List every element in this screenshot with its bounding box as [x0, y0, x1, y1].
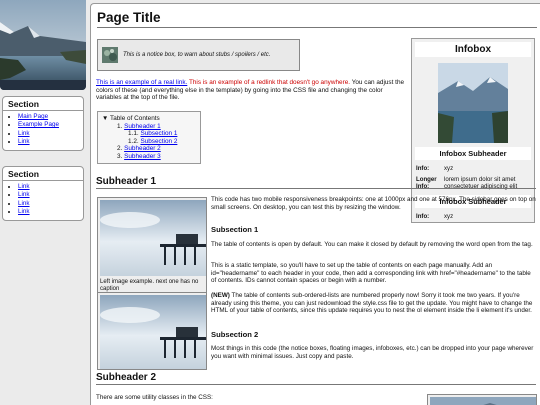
sidebar-item: Main Page [18, 113, 83, 121]
intro-paragraph: This is an example of a real link. This … [96, 79, 406, 102]
sidebar-item: Example Page [18, 121, 83, 129]
notice-text: This is a notice box, to warn about stub… [123, 52, 271, 58]
landscape-image [430, 397, 536, 405]
red-link[interactable]: This is an example of a redlink that doe… [189, 79, 350, 86]
toc-link-subheader-3[interactable]: Subheader 3 [124, 153, 161, 160]
sidebar-link[interactable]: Link [18, 191, 30, 198]
sidebar-link[interactable]: Link [18, 130, 30, 137]
infobox-key: Info: [416, 165, 430, 172]
subsection-2-heading: Subsection 2 [211, 330, 259, 339]
infobox-title: Infobox [415, 42, 531, 57]
subheader-1: Subheader 1 [96, 176, 536, 189]
sidebar-link[interactable]: Link [18, 138, 30, 145]
infobox-row: Info: xyz [412, 163, 534, 174]
sidebar-item: Link [18, 208, 83, 216]
sidebar-link-example-page[interactable]: Example Page [18, 121, 59, 128]
toc-link-subsection-1[interactable]: Subsection 1 [140, 130, 177, 137]
main-content: Page Title This is a notice box, to warn… [90, 3, 540, 405]
subheader-2: Subheader 2 [96, 372, 536, 385]
site-logo-image[interactable] [0, 0, 86, 90]
sidebar-item: Link [18, 200, 83, 208]
sidebar-item: Link [18, 138, 83, 146]
infobox-subheader: Infobox Subheader [415, 147, 531, 160]
pier-image [100, 295, 206, 369]
new-badge: (NEW) [211, 292, 230, 299]
toc-title: Table of Contents [110, 115, 160, 122]
table-of-contents: ▼ Table of Contents 1. Subheader 1 1.1. … [97, 111, 201, 164]
toc-number: 1.1. [128, 130, 141, 137]
sidebar-item: Link [18, 191, 83, 199]
sidebar-link[interactable]: Link [18, 183, 30, 190]
left-image-figure-2 [97, 292, 207, 370]
toc-link-subheader-1[interactable]: Subheader 1 [124, 123, 161, 130]
toc-toggle-icon[interactable]: ▼ [102, 115, 110, 122]
notice-box: This is a notice box, to warn about stub… [97, 39, 300, 71]
toc-item: 1.1. Subsection 1 [102, 130, 196, 138]
paragraph-text: The table of contents sub-ordered-lists … [211, 292, 533, 315]
real-link[interactable]: This is an example of a real link. [96, 79, 187, 86]
infobox-value: xyz [444, 213, 454, 220]
page-title: Page Title [97, 10, 537, 28]
paragraph: Most things in this code (the notice box… [211, 345, 534, 360]
toc-item: 2. Subheader 2 [102, 145, 196, 153]
toc-item: 1.2. Subsection 2 [102, 138, 196, 146]
sidebar-item: Link [18, 130, 83, 138]
paragraph: This code has two mobile responsiveness … [211, 196, 536, 211]
toc-toggle[interactable]: ▼ Table of Contents [102, 115, 196, 123]
toc-link-subheader-2[interactable]: Subheader 2 [124, 145, 161, 152]
pier-image [100, 200, 206, 276]
paragraph: The table of contents is open by default… [211, 241, 533, 248]
paragraph: This is a static template, so you'll hav… [211, 262, 531, 285]
sidebar-section-2: Section Link Link Link Link [2, 166, 84, 221]
sidebar-section-title: Section [3, 97, 83, 111]
toc-number: 1.2. [128, 137, 141, 145]
toc-item: 1. Subheader 1 [102, 123, 196, 131]
subsection-1-heading: Subsection 1 [211, 225, 259, 234]
infobox-key: Info: [416, 213, 430, 220]
right-image-figure [427, 394, 537, 405]
toc-item: 3. Subheader 3 [102, 153, 196, 161]
left-image-figure: Left image example. next one has no capt… [97, 197, 207, 296]
sidebar-link[interactable]: Link [18, 208, 30, 215]
infobox-value: xyz [444, 165, 454, 172]
sidebar-section-1: Section Main Page Example Page Link Link [2, 96, 84, 151]
sidebar-link-main-page[interactable]: Main Page [18, 113, 48, 120]
sidebar-item: Link [18, 183, 83, 191]
paragraph: (NEW) The table of contents sub-ordered-… [211, 292, 536, 315]
sidebar-section-title: Section [3, 167, 83, 181]
toc-link-subsection-2[interactable]: Subsection 2 [140, 138, 177, 145]
sidebar-link[interactable]: Link [18, 200, 30, 207]
paragraph: There are some utility classes in the CS… [96, 394, 213, 401]
notice-thumbnail-icon [102, 47, 118, 63]
infobox-row: Info: xyz [412, 211, 534, 222]
infobox-image [438, 63, 508, 143]
